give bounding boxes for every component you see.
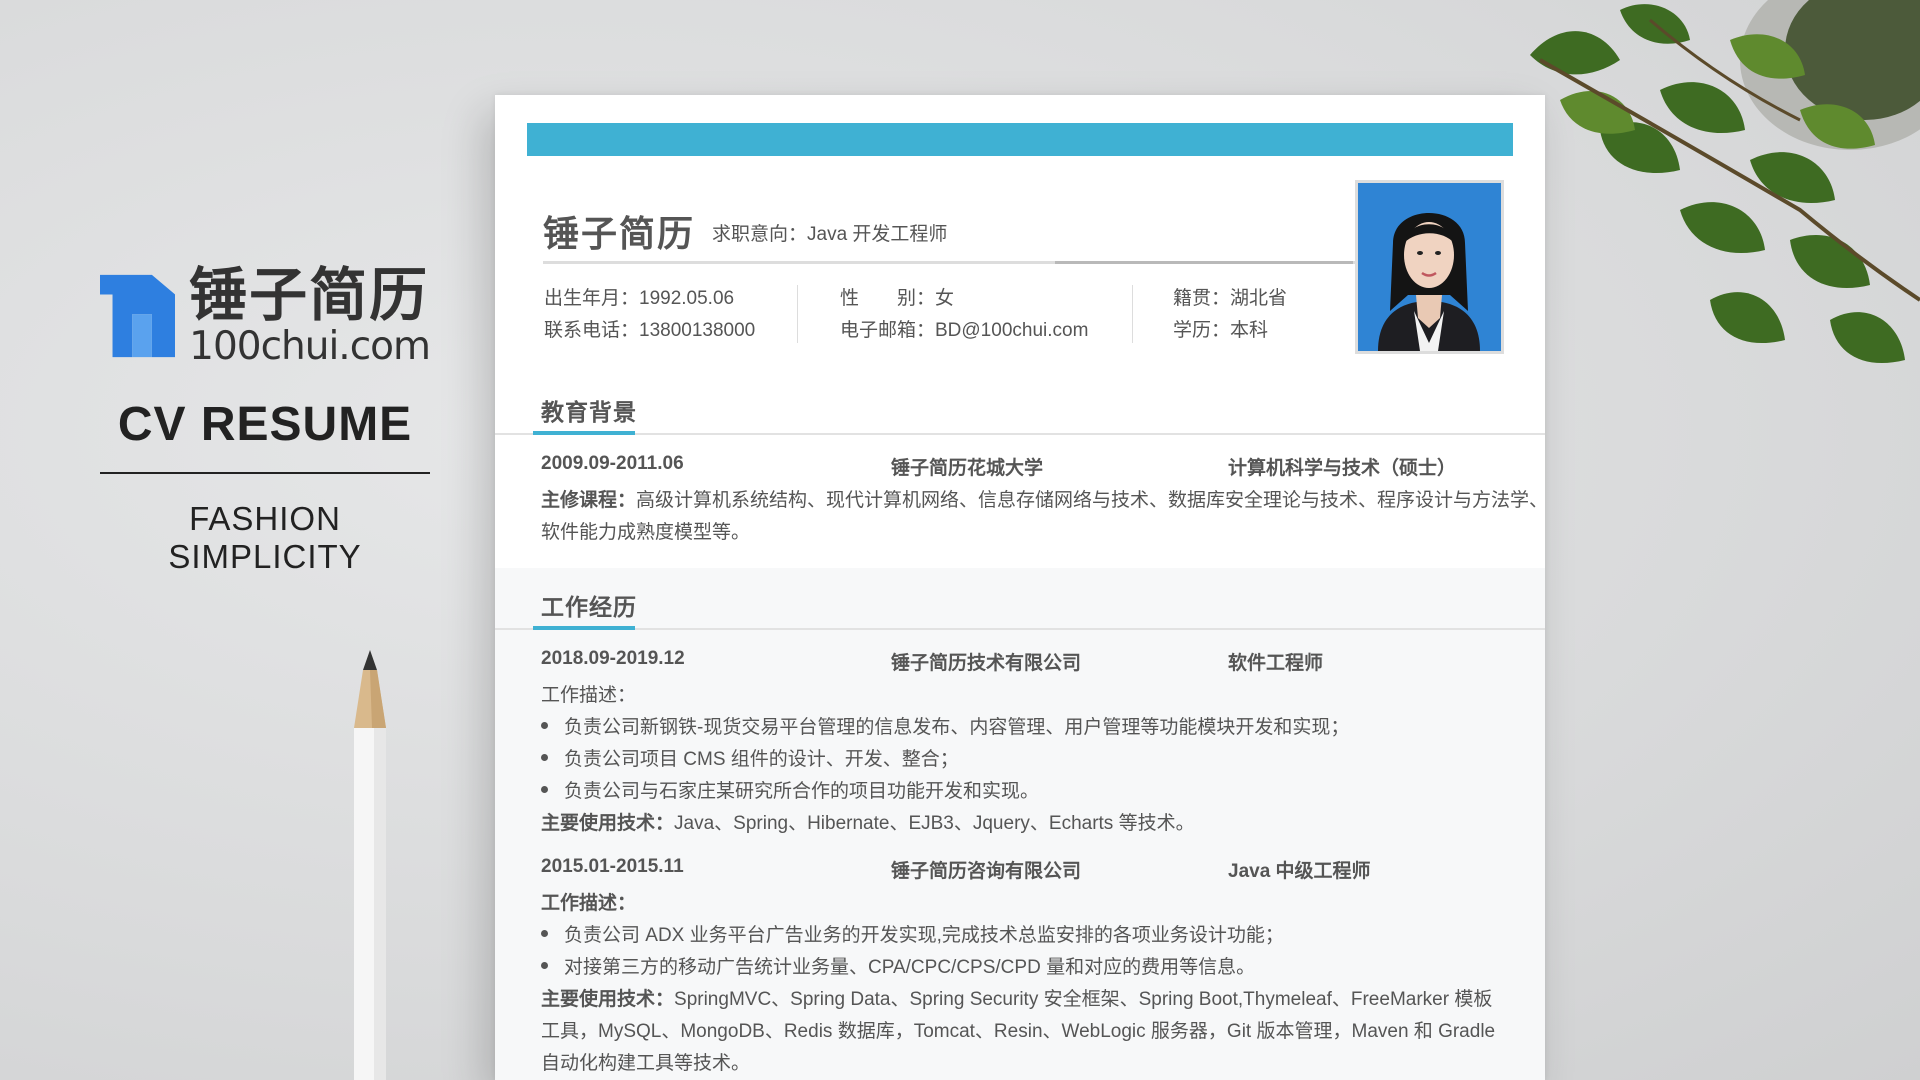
info-separator <box>1132 285 1133 343</box>
native-place: 籍贯：湖北省 <box>1173 288 1288 309</box>
resume-paper: 锤子简历 求职意向：Java 开发工程师 出生年月：1992.05.06 联系电… <box>495 95 1545 1080</box>
job-tech: 主要使用技术：SpringMVC、Spring Data、Spring Secu… <box>541 984 1492 1011</box>
cv-resume-title: CV RESUME <box>117 398 413 451</box>
brand-divider <box>100 472 430 474</box>
job-desc-label: 工作描述： <box>541 685 637 706</box>
bullet-text: 负责公司与石家庄某研究所合作的项目功能开发和实现。 <box>564 781 1040 802</box>
tech-label: 主要使用技术： <box>541 813 675 834</box>
section-divider <box>495 628 1545 630</box>
job-intent-value: Java 开发工程师 <box>807 224 948 245</box>
job-bullet: 负责公司新钢铁-现货交易平台管理的信息发布、内容管理、用户管理等功能模块开发和实… <box>541 712 1349 739</box>
bullet-text: 负责公司项目 CMS 组件的设计、开发、整合； <box>564 749 959 770</box>
brand-name: 锤子简历 <box>189 263 430 328</box>
education-degree: 学历：本科 <box>1173 320 1269 341</box>
tech-text-line-2: 工具，MySQL、MongoDB、Redis 数据库，Tomcat、Resin、… <box>541 1021 1496 1042</box>
job-company: 锤子简历技术有限公司 <box>891 653 1082 674</box>
job-bullet: 负责公司 ADX 业务平台广告业务的开发实现,完成技术总监安排的各项业务设计功能… <box>541 920 1284 947</box>
brand-url: 100chui.com <box>189 324 431 369</box>
info-separator <box>797 285 798 343</box>
work-section-title: 工作经历 <box>541 594 637 620</box>
gender: 性 别：女 <box>840 288 955 309</box>
courses-label: 主修课程： <box>541 490 637 511</box>
brand-block: 锤子简历 100chui.com CV RESUME FASHION SIMPL… <box>100 263 431 576</box>
bullet-dot-icon <box>541 722 548 730</box>
pencil-illustration <box>354 650 386 1080</box>
bullet-text: 负责公司 ADX 业务平台广告业务的开发实现,完成技术总监安排的各项业务设计功能… <box>564 925 1284 946</box>
job-company: 锤子简历咨询有限公司 <box>891 861 1082 882</box>
section-divider <box>495 433 1545 435</box>
job-period: 2018.09-2019.12 <box>541 648 685 669</box>
resume-name: 锤子简历 <box>543 213 696 254</box>
section-accent <box>533 626 635 630</box>
job-bullet: 负责公司与石家庄某研究所合作的项目功能开发和实现。 <box>541 776 1039 803</box>
bullet-text: 负责公司新钢铁-现货交易平台管理的信息发布、内容管理、用户管理等功能模块开发和实… <box>564 717 1350 738</box>
bullet-dot-icon <box>541 786 548 794</box>
portrait-image <box>1358 183 1501 351</box>
tech-text-line-1: SpringMVC、Spring Data、Spring Security 安全… <box>674 989 1493 1010</box>
phone-number: 联系电话：13800138000 <box>544 320 756 341</box>
education-period: 2009.09-2011.06 <box>541 453 684 474</box>
bullet-dot-icon <box>541 962 548 970</box>
bullet-dot-icon <box>541 754 548 762</box>
courses-line-2: 软件能力成熟度模型等。 <box>541 522 751 543</box>
birth-date: 出生年月：1992.05.06 <box>544 288 735 309</box>
job-bullet: 负责公司项目 CMS 组件的设计、开发、整合； <box>541 744 959 771</box>
brand-subtitle: FASHION SIMPLICITY <box>168 500 362 575</box>
brand-logo[interactable]: 锤子简历 100chui.com <box>100 263 431 369</box>
section-accent <box>533 431 635 435</box>
courses: 主修课程：高级计算机系统结构、现代计算机网络、信息存储网络与技术、数据库安全理论… <box>541 485 1545 512</box>
job-intent: 求职意向：Java 开发工程师 <box>712 219 947 246</box>
tech-label: 主要使用技术： <box>541 989 675 1010</box>
name-divider-accent <box>1055 261 1353 264</box>
job-position: Java 中级工程师 <box>1228 861 1371 882</box>
info-col-3: 籍贯：湖北省 学历：本科 <box>1173 283 1287 347</box>
profile-photo <box>1355 180 1504 354</box>
plant-illustration <box>1530 0 1920 364</box>
job-period: 2015.01-2015.11 <box>541 856 684 877</box>
education-school: 锤子简历花城大学 <box>891 458 1044 479</box>
tech-text: Java、Spring、Hibernate、EJB3、Jquery、Echart… <box>674 813 1195 834</box>
courses-line-1: 高级计算机系统结构、现代计算机网络、信息存储网络与技术、数据库安全理论与技术、程… <box>636 490 1545 511</box>
job-bullet: 对接第三方的移动广告统计业务量、CPA/CPC/CPS/CPD 量和对应的费用等… <box>541 952 1255 979</box>
job-tech: 主要使用技术：Java、Spring、Hibernate、EJB3、Jquery… <box>541 808 1195 835</box>
info-col-2: 性 别：女 电子邮箱：BD@100chui.com <box>840 283 1088 347</box>
email: 电子邮箱：BD@100chui.com <box>840 320 1089 341</box>
hammer-logo-icon <box>100 274 176 358</box>
info-col-1: 出生年月：1992.05.06 联系电话：13800138000 <box>544 283 755 347</box>
bullet-text: 对接第三方的移动广告统计业务量、CPA/CPC/CPS/CPD 量和对应的费用等… <box>564 957 1256 978</box>
bullet-dot-icon <box>541 930 548 938</box>
job-desc-label: 工作描述： <box>541 893 637 914</box>
education-section-title: 教育背景 <box>541 399 637 425</box>
job-intent-label: 求职意向： <box>712 224 808 245</box>
job-position: 软件工程师 <box>1228 653 1324 674</box>
tech-text-line-3: 自动化构建工具等技术。 <box>541 1053 751 1074</box>
education-major: 计算机科学与技术（硕士） <box>1228 458 1457 479</box>
resume-header-bar <box>527 123 1513 156</box>
